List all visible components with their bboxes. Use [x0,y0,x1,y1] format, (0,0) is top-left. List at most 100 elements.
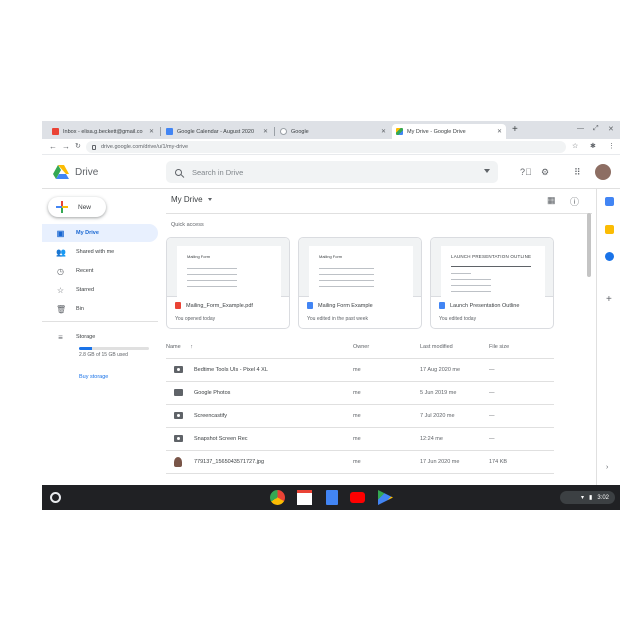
file-thumbnail: Mailing Form [167,238,289,297]
sidebar-item-shared[interactable]: 👥 Shared with me [42,243,158,261]
apps-grid-icon[interactable]: ⠿ [574,167,581,178]
info-icon[interactable]: ⓘ [570,195,579,208]
thumbnail-line [451,291,491,292]
thumbnail-title: Mailing Form [187,254,211,259]
chevron-right-icon[interactable]: › [606,464,608,471]
sidebar-item-my-drive[interactable]: ▣ My Drive [42,224,158,242]
launcher-icon[interactable] [50,492,61,503]
pdf-icon [175,302,181,309]
tab-gmail[interactable]: Inbox - elisa.g.beckett@gmail.co ✕ [48,124,158,139]
grid-view-icon[interactable]: ▦ [547,195,556,206]
forward-icon[interactable]: → [62,142,70,151]
close-icon[interactable]: ✕ [263,128,268,135]
table-row[interactable]: Google Photos me 5 Jun 2019 me — [166,382,554,405]
avatar[interactable] [595,164,611,180]
close-icon[interactable]: ✕ [149,128,154,135]
close-icon[interactable]: ✕ [381,128,386,135]
page-title[interactable]: My Drive [171,195,212,204]
close-window-icon[interactable]: ✕ [608,125,614,133]
back-icon[interactable]: ← [49,142,57,151]
quick-access-card[interactable]: Mailing Form Mailing Form Example You ed… [298,237,422,329]
help-icon[interactable]: ?⃝ [520,167,532,177]
file-owner: me [353,367,361,373]
extensions-icon[interactable]: ✱ [590,142,596,150]
file-modified: 17 Jun 2020 me [420,459,460,465]
table-row[interactable]: Bedtime Tools UIs - Pixel 4 XL me 17 Aug… [166,359,554,382]
sidebar-item-starred[interactable]: ☆ Starred [42,281,158,299]
play-store-icon[interactable] [378,490,393,505]
trash-icon: 🗑 [56,304,67,314]
maximize-icon[interactable]: ⤢ [593,125,599,133]
docs-app-icon[interactable] [326,490,338,505]
system-tray[interactable]: ▾ ▮ 3:02 [560,491,615,504]
card-subtitle: You edited in the past week [307,316,368,322]
file-name: Google Photos [194,390,231,396]
address-bar[interactable]: drive.google.com/drive/u/1/my-drive [86,141,566,153]
column-header-label: Name [166,344,181,350]
thumbnail-line [451,285,491,286]
card-file-name-text: Mailing Form Example [318,302,373,309]
column-header-owner[interactable]: Owner [353,344,369,350]
storage-usage-text: 2.8 GB of 15 GB used [79,352,128,358]
minimize-icon[interactable]: — [577,125,584,132]
people-icon: 👥 [56,247,66,257]
tasks-addon-icon[interactable] [605,252,614,261]
file-owner: me [353,436,361,442]
youtube-icon[interactable] [350,492,365,503]
tab-label: Google [291,128,309,135]
file-size: — [489,413,495,419]
thumbnail-line [451,279,491,280]
sort-arrow-icon[interactable]: ↑ [190,344,193,350]
column-header-modified[interactable]: Last modified [420,344,453,350]
storage-icon: ≡ [58,332,63,342]
gmail-app-icon[interactable] [297,490,312,505]
close-icon[interactable]: ✕ [497,128,502,135]
file-name: Screencastify [194,413,228,419]
quick-access-card[interactable]: LAUNCH PRESENTATION OUTLINE Launch Prese… [430,237,554,329]
sidebar-item-label: Bin [76,306,84,312]
search-input[interactable]: Search in Drive [166,161,498,183]
tab-label: Inbox - elisa.g.beckett@gmail.co [63,128,143,135]
more-menu-icon[interactable]: ⋮ [608,142,615,150]
new-button[interactable]: New [48,197,106,217]
scrollbar-thumb[interactable] [587,213,591,277]
search-options-icon[interactable] [484,169,490,173]
table-row[interactable]: Screencastify me 7 Jul 2020 me — [166,405,554,428]
tab-calendar[interactable]: Google Calendar - August 2020 ✕ [162,124,272,139]
table-row[interactable]: Snapshot Screen Rec me 12:24 me — [166,428,554,451]
sidebar-item-bin[interactable]: 🗑 Bin [42,300,158,318]
quick-access-card[interactable]: Mailing Form Mailing_Form_Example.pdf Yo… [166,237,290,329]
sidebar-item-recent[interactable]: ◷ Recent [42,262,158,280]
app-title[interactable]: Drive [75,167,98,178]
drive-header: Drive Search in Drive ?⃝ ⚙ ⠿ [42,155,620,189]
column-header-name[interactable]: Name ↑ [166,344,193,350]
file-modified: 17 Aug 2020 me [420,367,461,373]
reload-icon[interactable]: ↻ [75,142,81,150]
new-tab-button[interactable]: + [512,124,518,135]
tab-drive[interactable]: My Drive - Google Drive ✕ [392,124,506,139]
star-bookmark-icon[interactable]: ☆ [572,142,578,150]
add-addon-icon[interactable]: + [606,294,612,305]
column-header-size[interactable]: File size [489,344,509,350]
card-subtitle: You edited today [439,316,477,322]
keep-addon-icon[interactable] [605,225,614,234]
docs-icon [439,302,445,309]
sidebar-item-storage[interactable]: ≡ Storage [42,328,158,346]
drive-logo-icon[interactable] [53,165,69,179]
thumbnail-line [319,268,374,269]
file-size: — [489,390,495,396]
chrome-icon[interactable] [270,490,285,505]
calendar-addon-icon[interactable] [605,197,614,206]
tab-label: Google Calendar - August 2020 [177,128,255,135]
chromeos-screen: Inbox - elisa.g.beckett@gmail.co ✕ Googl… [42,121,620,510]
tab-strip: Inbox - elisa.g.beckett@gmail.co ✕ Googl… [42,121,620,139]
thumbnail-page: LAUNCH PRESENTATION OUTLINE [441,246,545,297]
plus-icon [56,201,68,213]
search-placeholder: Search in Drive [192,167,244,177]
tab-google[interactable]: Google ✕ [276,124,390,139]
buy-storage-link[interactable]: Buy storage [79,374,108,380]
quick-access-label: Quick access [171,222,204,228]
file-thumbnail: Mailing Form [299,238,421,297]
table-row[interactable]: 779137_1565043571727.jpg me 17 Jun 2020 … [166,451,554,474]
settings-gear-icon[interactable]: ⚙ [541,167,549,178]
